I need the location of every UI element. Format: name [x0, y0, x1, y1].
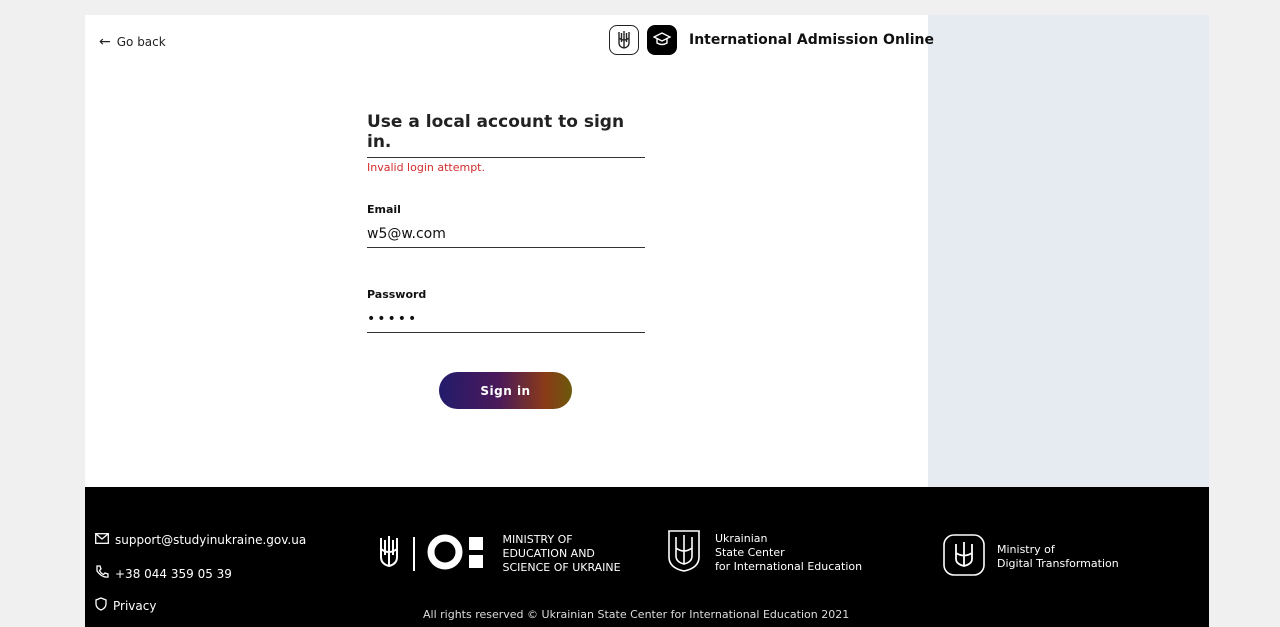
digital-ministry-name: Ministry of Digital Transformation: [997, 543, 1119, 570]
shield-trident-icon: [667, 529, 701, 577]
login-form: Use a local account to sign in. Invalid …: [367, 112, 645, 333]
email-label: Email: [367, 203, 401, 216]
state-center-name: Ukrainian State Center for International…: [715, 532, 863, 573]
form-title: Use a local account to sign in.: [367, 112, 645, 158]
error-message: Invalid login attempt.: [367, 161, 485, 174]
footer: support@studyinukraine.gov.ua +38 044 35…: [85, 487, 1209, 627]
divider: [413, 537, 415, 571]
phone-link[interactable]: +38 044 359 05 39: [95, 565, 232, 582]
trident-logo-icon: [609, 25, 639, 55]
go-back-label: Go back: [116, 35, 166, 49]
page: ← Go back International Admission Online…: [85, 15, 1209, 627]
graduation-cap-icon: [647, 25, 677, 55]
support-email: support@studyinukraine.gov.ua: [115, 533, 307, 547]
digital-ministry-logo: Ministry of Digital Transformation: [943, 534, 1119, 580]
trident-icon: [377, 535, 401, 573]
password-label: Password: [367, 288, 427, 301]
sign-in-button[interactable]: Sign in: [439, 372, 572, 409]
state-center-logo: Ukrainian State Center for International…: [667, 529, 862, 577]
mail-icon: [95, 533, 109, 547]
phone-number: +38 044 359 05 39: [115, 566, 232, 581]
copyright: All rights reserved © Ukrainian State Ce…: [423, 608, 850, 621]
ministry-education-name: MINISTRY OF EDUCATION AND SCIENCE OF UKR…: [502, 533, 621, 574]
shield-icon: [95, 597, 107, 614]
brand-title: International Admission Online: [689, 32, 934, 48]
trident-badge-icon: [943, 534, 985, 580]
phone-icon: [95, 565, 109, 582]
go-back-link[interactable]: ← Go back: [99, 34, 166, 50]
mon-emblem-icon: [427, 534, 493, 574]
password-field[interactable]: •••••: [367, 306, 645, 333]
side-panel: [928, 15, 1209, 487]
brand: International Admission Online: [609, 25, 934, 55]
email-field[interactable]: w5@w.com: [367, 221, 645, 248]
privacy-label: Privacy: [113, 598, 157, 613]
arrow-left-icon: ←: [99, 34, 111, 50]
privacy-link[interactable]: Privacy: [95, 597, 156, 614]
ministry-education-logo: MINISTRY OF EDUCATION AND SCIENCE OF UKR…: [377, 533, 621, 575]
support-email-link[interactable]: support@studyinukraine.gov.ua: [95, 533, 306, 547]
